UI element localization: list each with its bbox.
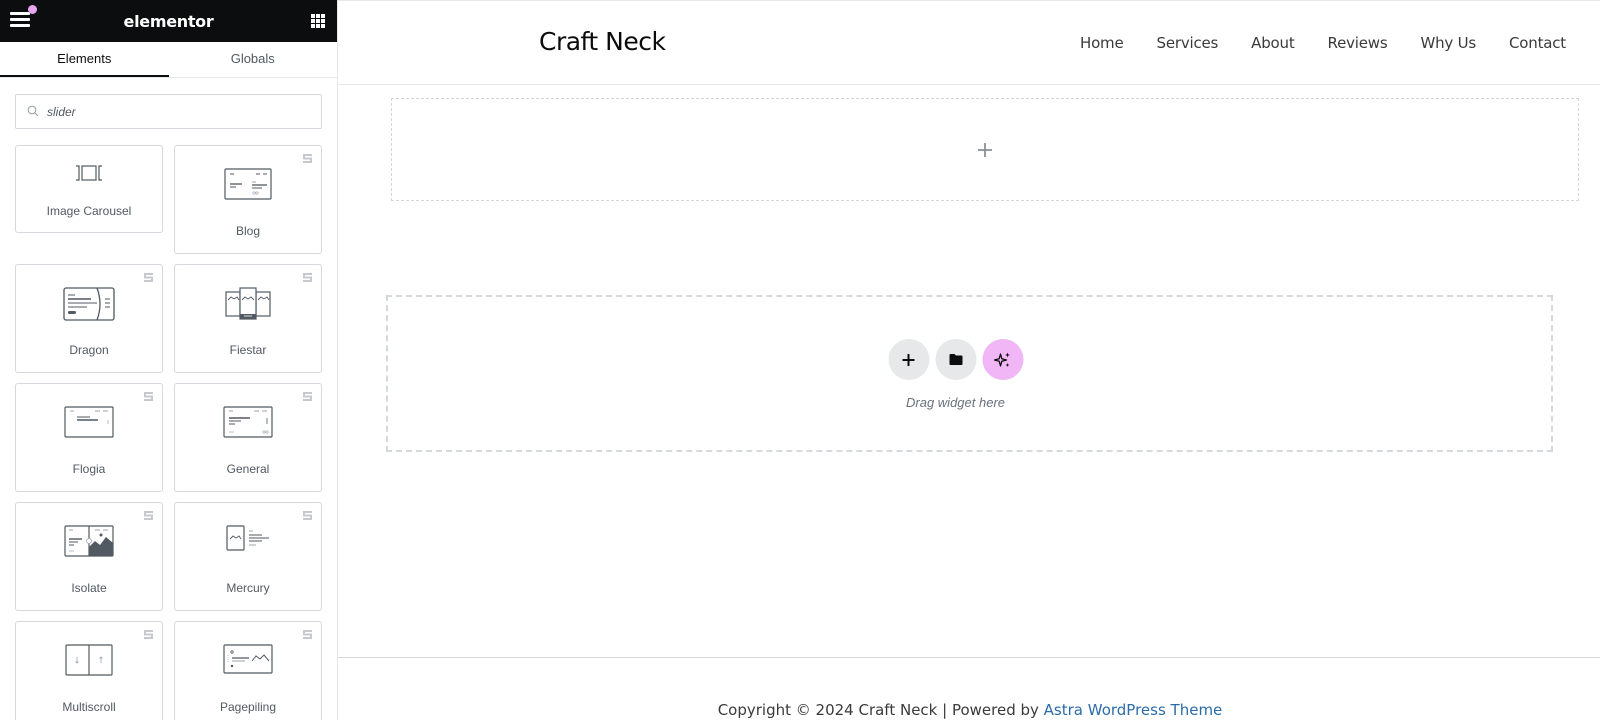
tab-elements[interactable]: Elements (0, 42, 169, 77)
plus-icon (902, 353, 915, 366)
widget-grid: Image Carousel Blog Dragon Fiestar Flogi… (0, 129, 337, 720)
dragon-slider-icon (63, 287, 115, 321)
main-nav: Home Services About Reviews Why Us Conta… (1047, 34, 1566, 52)
apps-grid-button[interactable] (311, 14, 325, 28)
pro-badge-icon (303, 154, 312, 163)
elementor-logo: elementor (123, 11, 214, 31)
pagepiling-icon (223, 644, 273, 674)
search-box (15, 94, 322, 129)
sparkles-icon (993, 352, 1010, 367)
nav-services[interactable]: Services (1157, 34, 1219, 52)
search-wrapper (0, 78, 337, 129)
mercury-slider-icon (226, 525, 269, 551)
grid-dot (316, 14, 320, 18)
grid-dot (316, 24, 320, 28)
widget-isolate[interactable]: Isolate (15, 502, 163, 611)
search-input[interactable] (16, 95, 321, 128)
nav-contact[interactable]: Contact (1509, 34, 1566, 52)
pro-badge-icon (303, 273, 312, 282)
pro-badge-icon (303, 511, 312, 520)
widget-label: Fiestar (229, 343, 267, 357)
nav-why-us[interactable]: Why Us (1420, 34, 1476, 52)
panel-header: elementor (0, 0, 337, 42)
search-icon (27, 105, 39, 117)
widget-dragon[interactable]: Dragon (15, 264, 163, 373)
pro-badge-icon (144, 392, 153, 401)
widget-general[interactable]: General (174, 383, 322, 492)
elementor-panel: elementor Elements Globals Image C (0, 0, 338, 720)
plus-icon[interactable] (977, 142, 993, 158)
hamburger-icon (10, 12, 30, 15)
grid-dot (321, 19, 325, 23)
folder-icon (949, 354, 962, 365)
notification-dot (28, 5, 37, 14)
widget-flogia[interactable]: Flogia (15, 383, 163, 492)
widget-label: Dragon (69, 343, 109, 357)
nav-reviews[interactable]: Reviews (1328, 34, 1388, 52)
grid-dot (311, 24, 315, 28)
widget-label: Flogia (72, 462, 106, 476)
site-header: Craft Neck Home Services About Reviews W… (338, 1, 1600, 85)
site-title[interactable]: Craft Neck (539, 27, 666, 56)
grid-dot (311, 19, 315, 23)
footer-divider (338, 657, 1600, 658)
pro-badge-icon (144, 511, 153, 520)
nav-about[interactable]: About (1251, 34, 1295, 52)
pro-badge-icon (144, 273, 153, 282)
widget-mercury[interactable]: Mercury (174, 502, 322, 611)
panel-tabs: Elements Globals (0, 42, 337, 78)
site-footer: Copyright © 2024 Craft Neck | Powered by… (338, 701, 1600, 719)
widget-pagepiling[interactable]: Pagepiling (174, 621, 322, 720)
pro-badge-icon (303, 392, 312, 401)
image-carousel-icon (76, 165, 102, 181)
widget-blog[interactable]: Blog (174, 145, 322, 254)
add-section-button[interactable] (888, 339, 929, 380)
ai-generate-button[interactable] (982, 339, 1023, 380)
widget-label: General (226, 462, 270, 476)
hamburger-line (10, 24, 30, 27)
dropzone-label: Drag widget here (906, 395, 1005, 410)
widget-label: Image Carousel (46, 204, 132, 218)
widget-image-carousel[interactable]: Image Carousel (15, 145, 163, 233)
flogia-slider-icon (64, 406, 114, 438)
hamburger-line (10, 18, 30, 21)
grid-dot (316, 19, 320, 23)
add-template-button[interactable] (935, 339, 976, 380)
grid-dot (321, 24, 325, 28)
multiscroll-icon (65, 644, 113, 676)
widget-label: Isolate (71, 581, 107, 595)
widget-label: Mercury (226, 581, 270, 595)
widget-label: Multiscroll (62, 700, 116, 714)
menu-button[interactable] (10, 12, 32, 30)
widget-fiestar[interactable]: Fiestar (174, 264, 322, 373)
grid-icon (311, 14, 315, 18)
grid-dot (321, 14, 325, 18)
widget-label: Blog (235, 224, 261, 238)
pro-badge-icon (303, 630, 312, 639)
empty-section[interactable] (391, 98, 1579, 201)
preview-canvas: Craft Neck Home Services About Reviews W… (338, 0, 1600, 720)
isolate-slider-icon (64, 525, 114, 557)
blog-slider-icon (224, 168, 272, 200)
widget-label: Pagepiling (219, 700, 277, 714)
dropzone-buttons (888, 339, 1023, 380)
pro-badge-icon (144, 630, 153, 639)
general-slider-icon (223, 406, 273, 438)
copyright-text: Copyright © 2024 Craft Neck | Powered by (717, 701, 1044, 719)
fiestar-slider-icon (225, 287, 271, 320)
tab-globals[interactable]: Globals (169, 42, 338, 77)
astra-theme-link[interactable]: Astra WordPress Theme (1044, 701, 1223, 719)
nav-home[interactable]: Home (1080, 34, 1124, 52)
widget-multiscroll[interactable]: Multiscroll (15, 621, 163, 720)
add-section-dropzone[interactable]: Drag widget here (386, 295, 1553, 452)
